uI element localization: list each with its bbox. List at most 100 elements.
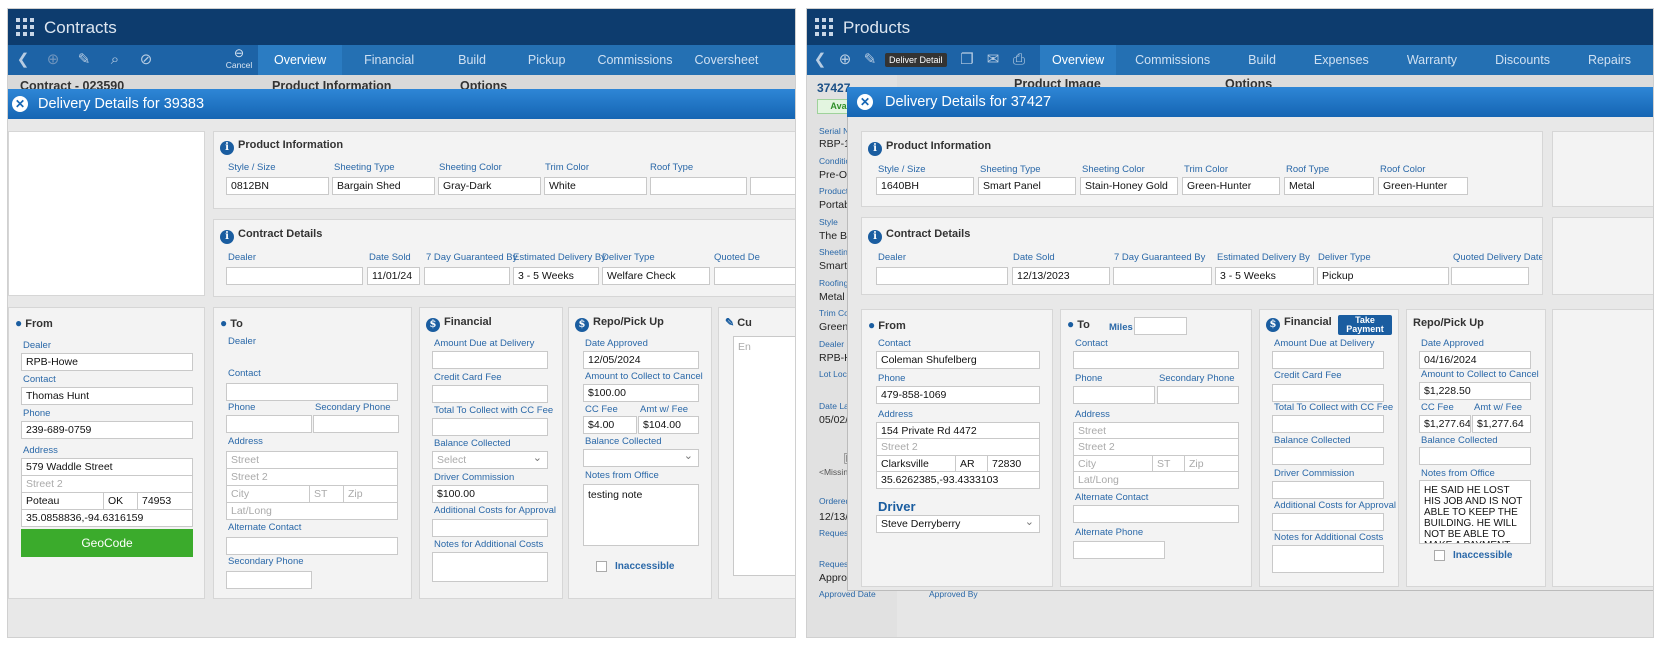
street2-field[interactable]: Street 2 [1073,438,1239,456]
amount-due-field[interactable] [1272,351,1384,369]
notes-additional-field[interactable] [432,552,548,582]
roof-type-field[interactable]: Metal [1284,177,1374,195]
attachment-icon[interactable]: ⊘ [137,51,155,69]
date-approved-field[interactable]: 04/16/2024 [1419,351,1531,369]
phone-field[interactable] [1073,386,1155,404]
close-icon[interactable]: ✕ [857,94,873,110]
latlong-field[interactable]: 35.0858836,-94.6316159 [21,509,193,527]
zip-field[interactable]: Zip [343,485,398,503]
quoted-delivery-field[interactable] [1451,267,1529,285]
cancel-button[interactable]: ⊖ Cancel [224,46,254,70]
edit-icon[interactable]: ✎ [861,51,879,69]
street2-field[interactable]: Street 2 [876,438,1040,456]
back-icon[interactable]: ❮ [14,51,32,69]
date-sold-field[interactable]: 11/01/24 [367,267,420,285]
tab-discounts[interactable]: Discounts [1476,45,1569,75]
phone-field[interactable]: 239-689-0759 [21,421,193,439]
phone-field[interactable] [226,415,312,433]
total-collect-field[interactable] [432,418,548,436]
alternate-phone-field[interactable] [1073,541,1165,559]
secondary-phone-field[interactable] [1157,386,1239,404]
deliver-type-field[interactable]: Pickup [1317,267,1449,285]
dealer-field[interactable]: RPB-Howe [21,353,193,371]
roof-type-field[interactable] [650,177,747,195]
date-approved-field[interactable]: 12/05/2024 [583,351,699,369]
notes-office-field[interactable]: HE SAID HE LOST HIS JOB AND IS NOT ABLE … [1419,480,1531,544]
date-sold-field[interactable]: 12/13/2023 [1012,267,1110,285]
trim-color-field[interactable]: Green-Hunter [1182,177,1280,195]
contact-field[interactable] [1073,351,1239,369]
add-icon[interactable]: ⊕ [44,51,62,69]
sheeting-type-field[interactable]: Bargain Shed [332,177,435,195]
zip-field[interactable]: 74953 [137,492,193,510]
print-icon[interactable]: ⎙ [1010,51,1028,69]
state-field[interactable]: ST [309,485,344,503]
tab-overview[interactable]: Overview [1040,45,1117,75]
miles-field[interactable] [1134,317,1187,335]
style-size-field[interactable]: 0812BN [226,177,329,195]
contact-field[interactable] [226,383,398,401]
dealer-field[interactable] [226,267,363,285]
sheeting-color-field[interactable]: Stain-Honey Gold [1080,177,1178,195]
additional-costs-field[interactable] [432,519,548,537]
estimated-delivery-field[interactable]: 3 - 5 Weeks [513,267,599,285]
geocode-button[interactable]: GeoCode [21,529,193,557]
driver-commission-field[interactable] [1272,481,1384,499]
driver-commission-field[interactable]: $100.00 [432,485,548,503]
tab-build[interactable]: Build [1229,45,1295,75]
tab-overview[interactable]: Overview [258,45,343,75]
amt-fee-field[interactable]: $104.00 [638,416,699,434]
state-field[interactable]: OK [103,492,138,510]
credit-card-fee-field[interactable] [432,385,548,403]
roof-color-field[interactable]: Green-Hunter [1378,177,1468,195]
close-icon[interactable]: ✕ [12,96,28,112]
street2-field[interactable]: Street 2 [21,475,193,493]
city-field[interactable]: Poteau [21,492,104,510]
balance-collected-select[interactable] [583,449,699,467]
estimated-delivery-field[interactable]: 3 - 5 Weeks [1215,267,1314,285]
back-icon[interactable]: ❮ [811,51,829,69]
amount-cancel-field[interactable]: $100.00 [583,384,699,402]
style-size-field[interactable]: 1640BH [876,177,974,195]
trim-color-field[interactable]: White [544,177,647,195]
take-payment-button[interactable]: Take Payment [1338,315,1392,335]
alternate-contact-field[interactable] [226,537,398,555]
dealer-field[interactable] [876,267,1008,285]
tab-pickup[interactable]: Pickup [508,45,586,75]
guaranteed-field[interactable] [424,267,510,285]
street2-field[interactable]: Street 2 [226,468,398,486]
amt-fee-field[interactable]: $1,277.64 [1472,415,1531,433]
quoted-delivery-field[interactable] [714,267,795,285]
amount-due-field[interactable] [432,351,548,369]
latlong-field[interactable]: 35.6262385,-93.4333103 [876,471,1040,489]
app-grid-icon[interactable] [815,18,833,36]
balance-collected-field[interactable] [1419,447,1531,465]
street-field[interactable]: 579 Waddle Street [21,458,193,476]
comments-field[interactable]: En [733,336,795,576]
tab-financial[interactable]: Financial [342,45,436,75]
add-icon[interactable]: ⊕ [836,51,854,69]
latlong-field[interactable]: Lat/Long [1073,471,1239,489]
balance-collected-select[interactable]: Select [432,451,548,469]
deliver-type-field[interactable]: Welfare Check [602,267,710,285]
notes-office-field[interactable]: testing note [583,484,699,546]
additional-costs-field[interactable] [1272,513,1384,531]
balance-collected-field[interactable] [1272,447,1384,465]
contact-field[interactable]: Coleman Shufelberg [876,351,1040,369]
sheeting-color-field[interactable]: Gray-Dark [438,177,541,195]
mail-icon[interactable]: ✉ [984,51,1002,69]
notes-additional-field[interactable] [1272,545,1384,573]
inaccessible-checkbox[interactable] [1434,550,1445,561]
sheeting-type-field[interactable]: Smart Panel [978,177,1076,195]
phone-field[interactable]: 479-858-1069 [876,386,1040,404]
alternate-contact-field[interactable] [1073,505,1239,523]
latlong-field[interactable]: Lat/Long [226,502,398,520]
secondary-phone-field[interactable] [313,415,399,433]
credit-card-fee-field[interactable] [1272,384,1384,402]
secondary-phone-field[interactable] [226,571,312,589]
tab-commissions[interactable]: Commissions [585,45,684,75]
copy-icon[interactable]: ❐ [958,51,976,69]
inaccessible-checkbox[interactable] [596,561,607,572]
amount-cancel-field[interactable]: $1,228.50 [1419,382,1531,400]
tab-repairs[interactable]: Repairs [1569,45,1650,75]
